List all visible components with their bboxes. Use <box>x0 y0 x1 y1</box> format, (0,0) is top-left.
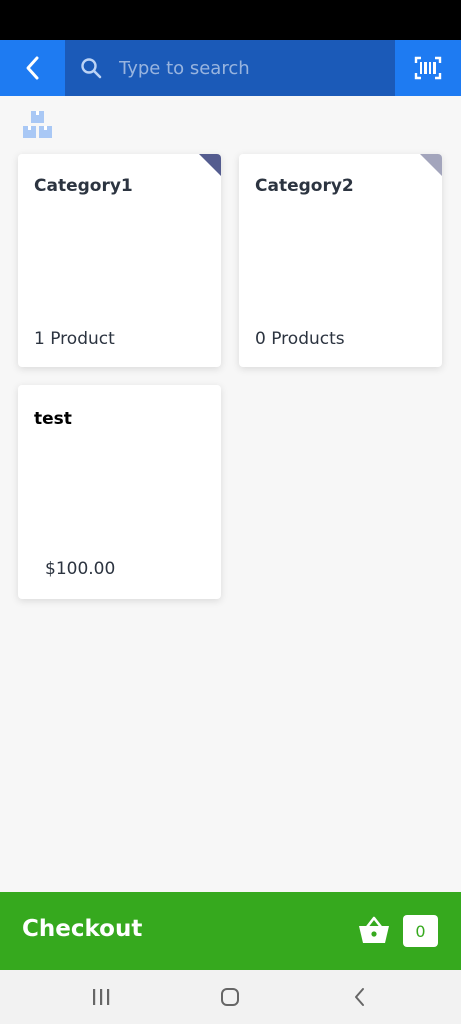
barcode-scan-button[interactable] <box>395 40 461 96</box>
search-input[interactable] <box>119 57 369 79</box>
back-icon <box>355 988 364 1006</box>
top-bar <box>0 40 461 96</box>
recents-icon <box>93 989 110 1005</box>
search-icon <box>81 58 102 79</box>
boxes-icon[interactable] <box>22 110 54 140</box>
category-product-count: 1 Product <box>34 329 115 349</box>
category-corner-marker <box>420 154 442 176</box>
nav-home-button[interactable] <box>200 970 260 1024</box>
category-card-2[interactable]: Category2 0 Products <box>239 154 442 367</box>
category-name: Category2 <box>255 176 354 196</box>
home-icon <box>221 988 239 1006</box>
system-nav-bar <box>0 970 461 1024</box>
chevron-left-icon <box>26 56 38 80</box>
category-product-count: 0 Products <box>255 329 345 349</box>
status-bar <box>0 0 461 40</box>
product-price: $100.00 <box>45 559 116 579</box>
checkout-label: Checkout <box>22 916 143 942</box>
category-card-1[interactable]: Category1 1 Product <box>18 154 221 367</box>
product-card[interactable]: test $100.00 <box>18 385 221 599</box>
cart-count-badge: 0 <box>403 915 438 947</box>
nav-recents-button[interactable] <box>71 970 131 1024</box>
basket-icon <box>359 916 389 943</box>
barcode-scan-icon <box>414 56 442 80</box>
back-button[interactable] <box>0 40 65 96</box>
product-name: test <box>34 409 72 429</box>
checkout-button[interactable]: Checkout 0 <box>0 892 461 970</box>
search-bar <box>65 40 395 96</box>
nav-back-button[interactable] <box>330 970 390 1024</box>
category-corner-marker <box>199 154 221 176</box>
category-name: Category1 <box>34 176 133 196</box>
